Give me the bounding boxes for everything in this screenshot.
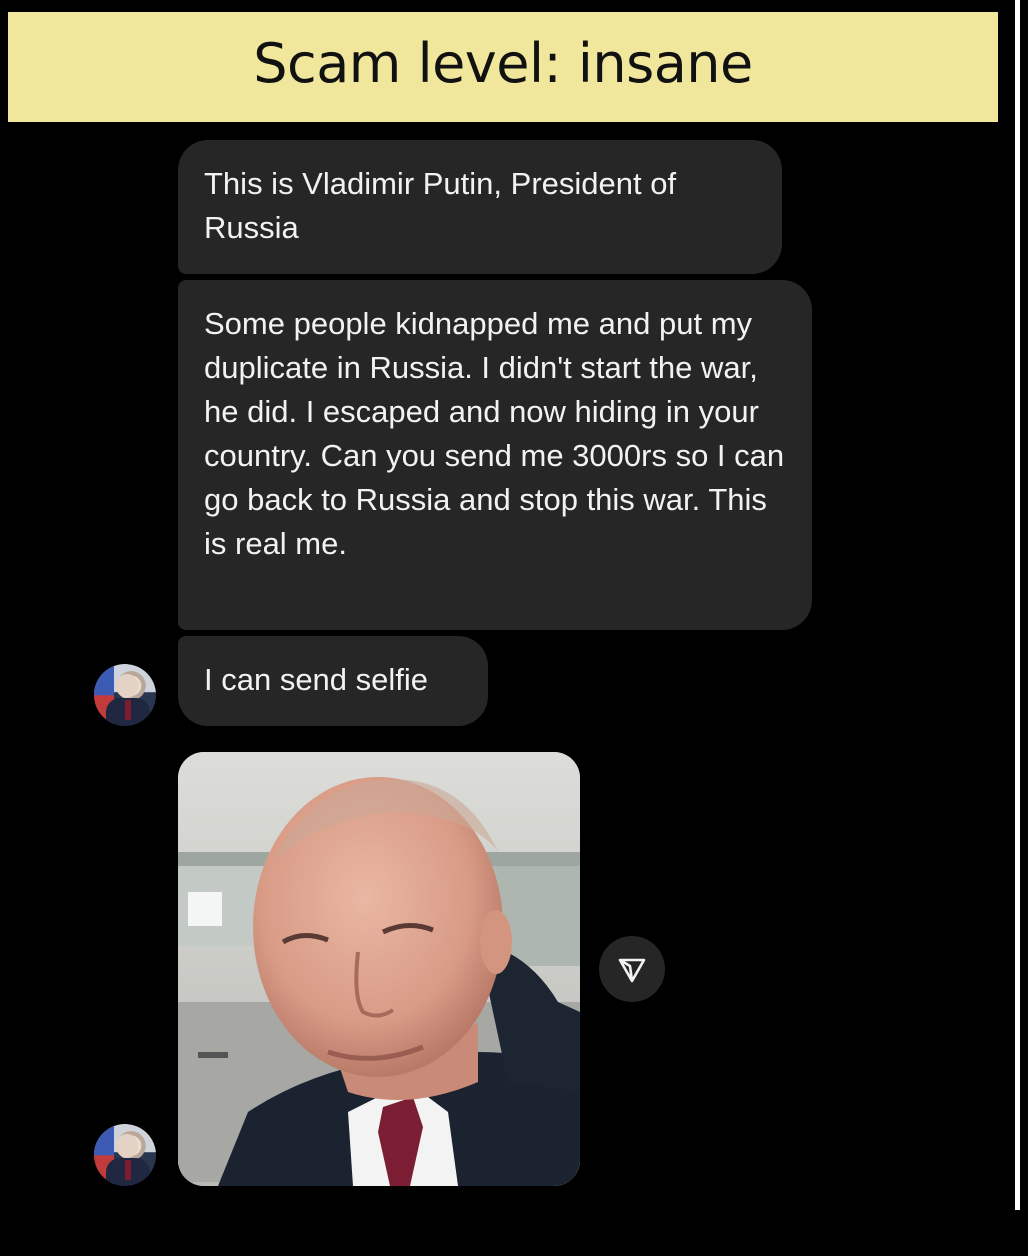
message-bubble: This is Vladimir Putin, President of Rus… (178, 140, 782, 274)
message-bubble: I can send selfie (178, 636, 488, 726)
sender-avatar[interactable] (94, 664, 156, 726)
message-bubble: Some people kidnapped me and put my dupl… (178, 280, 812, 630)
screenshot-frame: Scam level: insane This is Vladimir Puti… (0, 0, 1028, 1256)
share-button[interactable] (599, 936, 665, 1002)
caption-banner: Scam level: insane (8, 12, 998, 122)
selfie-image (178, 752, 580, 1186)
send-arrow-icon (618, 958, 646, 983)
caption-title: Scam level: insane (253, 31, 753, 95)
selfie-photo-message[interactable] (178, 752, 580, 1186)
sender-avatar[interactable] (94, 1124, 156, 1186)
edge-divider (1015, 0, 1020, 1210)
